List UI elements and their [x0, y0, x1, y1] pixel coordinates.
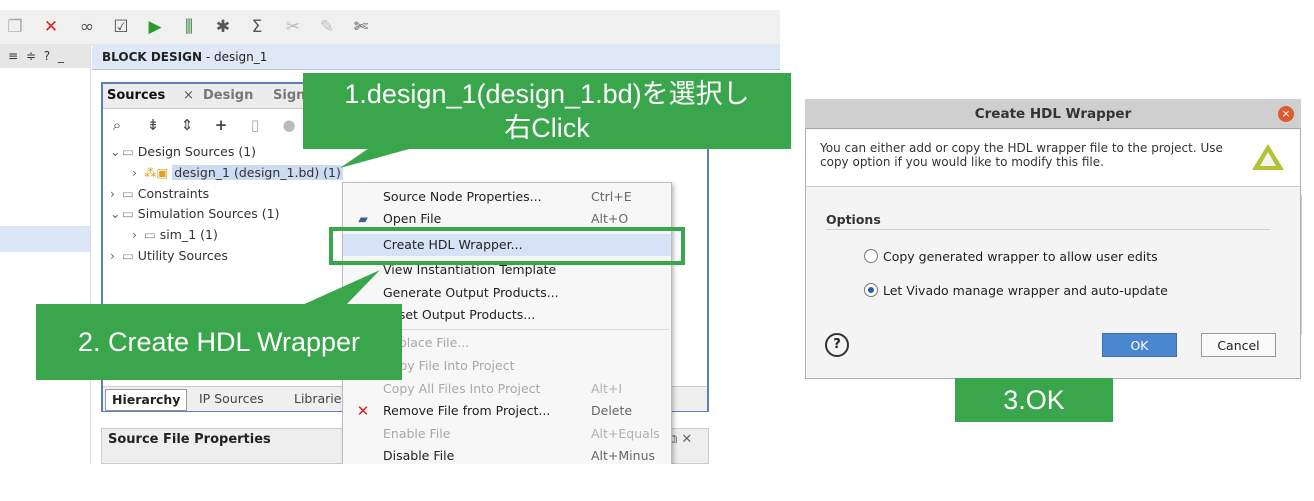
callout-step-3: 3.OK [955, 378, 1113, 422]
callout-2-pointer [300, 270, 380, 306]
dialog-message-line-1: You can either add or copy the HDL wrapp… [820, 141, 1223, 155]
radio-copy-wrapper-label[interactable]: Copy generated wrapper to allow user edi… [883, 249, 1158, 264]
callout-step-1: 1.design_1(design_1.bd)を選択し 右Click [303, 73, 791, 149]
help-icon[interactable]: ? [825, 333, 849, 357]
callout-step-1-line-1: 1.design_1(design_1.bd)を選択し [344, 79, 750, 109]
radio-let-vivado-manage-label[interactable]: Let Vivado manage wrapper and auto-updat… [883, 283, 1168, 298]
callout-step-1-line-2: 右Click [504, 113, 590, 143]
dialog-title: Create HDL Wrapper [805, 99, 1301, 129]
callout-step-2: 2. Create HDL Wrapper [36, 304, 402, 380]
callout-1-pointer [340, 146, 420, 168]
ok-button[interactable]: OK [1102, 333, 1177, 357]
cancel-button[interactable]: Cancel [1201, 333, 1276, 357]
options-heading: Options [826, 212, 881, 227]
options-divider [826, 229, 1270, 230]
radio-copy-wrapper[interactable] [864, 249, 878, 263]
radio-let-vivado-manage[interactable] [864, 283, 878, 297]
vivado-logo-icon [1252, 144, 1284, 170]
close-icon[interactable]: × [1278, 106, 1294, 122]
highlight-box-create-hdl-wrapper [329, 227, 685, 265]
dialog-message-line-2: copy option if you would like to modify … [820, 155, 1104, 169]
dialog-message: You can either add or copy the HDL wrapp… [820, 141, 1240, 169]
background-window-edge [1301, 195, 1314, 335]
